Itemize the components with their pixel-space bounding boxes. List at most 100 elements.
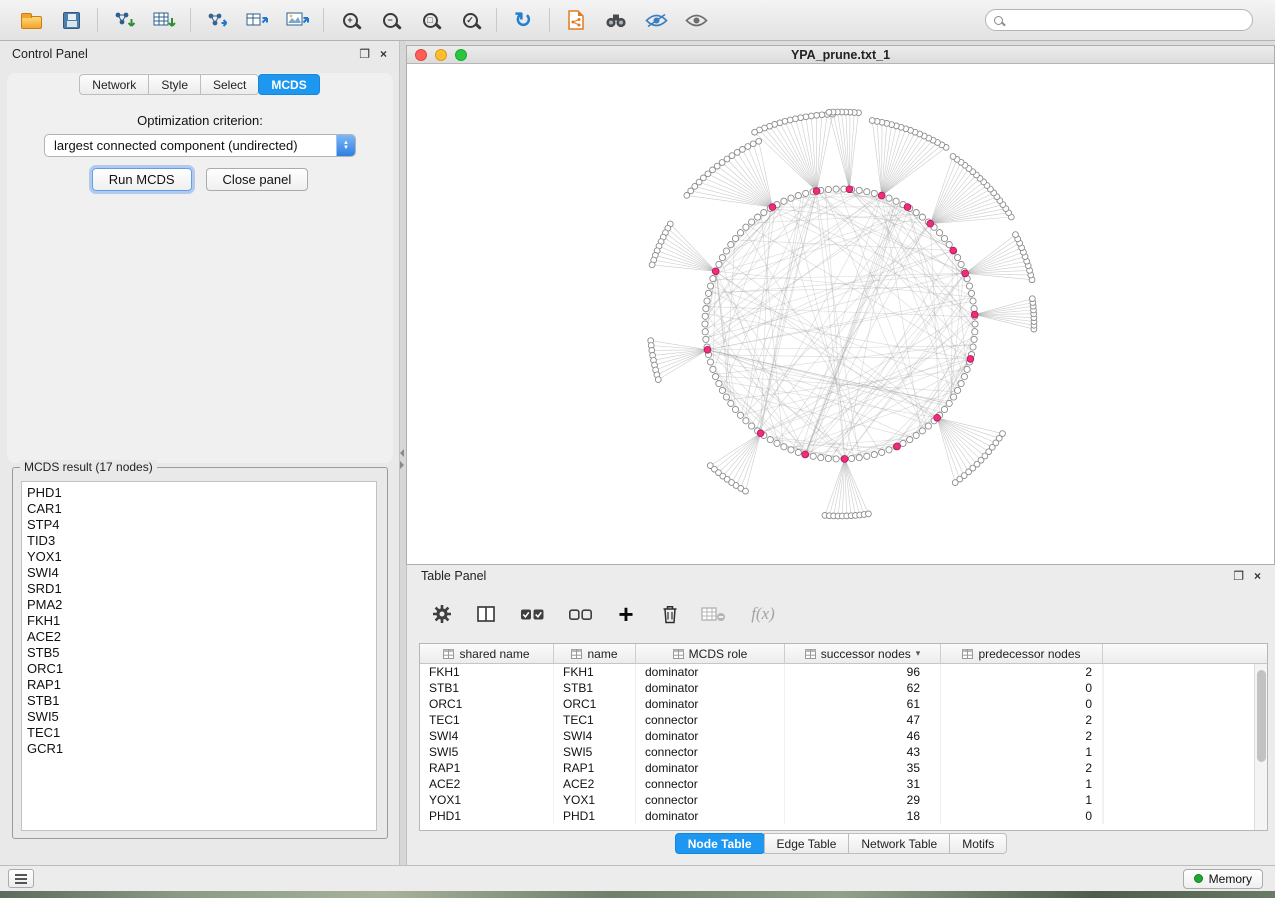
toolbar-separator — [190, 8, 191, 32]
mcds-result-item[interactable]: RAP1 — [27, 677, 376, 693]
table-row[interactable]: TEC1TEC1connector472 — [420, 712, 1267, 728]
memory-button[interactable]: Memory — [1183, 869, 1263, 889]
cell-name: FKH1 — [554, 664, 636, 680]
table-row[interactable]: PHD1PHD1dominator180 — [420, 808, 1267, 824]
mcds-result-item[interactable]: STP4 — [27, 517, 376, 533]
delete-table-button-disabled[interactable] — [701, 601, 727, 627]
create-column-button[interactable]: + — [613, 601, 639, 627]
mcds-result-item[interactable]: YOX1 — [27, 549, 376, 565]
show-columns-button[interactable] — [473, 601, 499, 627]
delete-column-button[interactable] — [657, 601, 683, 627]
minimize-window-button[interactable] — [435, 49, 447, 61]
float-panel-button[interactable]: ❐ — [359, 48, 370, 60]
save-session-button[interactable] — [52, 4, 90, 36]
tab-edge-table[interactable]: Edge Table — [764, 833, 850, 854]
cell-role: connector — [636, 712, 785, 728]
export-network-button[interactable] — [198, 4, 236, 36]
column-header-shared-name[interactable]: shared name — [420, 644, 554, 663]
close-panel-button[interactable]: × — [380, 48, 387, 60]
tab-style[interactable]: Style — [148, 74, 201, 95]
search-input[interactable] — [1009, 13, 1244, 27]
zoom-fit-button[interactable]: □ — [411, 4, 449, 36]
mcds-result-item[interactable]: SRD1 — [27, 581, 376, 597]
column-header-mcds-role[interactable]: MCDS role — [636, 644, 785, 663]
binoculars-icon — [604, 13, 628, 28]
show-hide-button[interactable] — [677, 4, 715, 36]
mcds-result-item[interactable]: STB5 — [27, 645, 376, 661]
tab-network[interactable]: Network — [79, 74, 149, 95]
zoom-out-button[interactable]: − — [371, 4, 409, 36]
table-header-row: shared name name MCDS role successor nod… — [420, 644, 1267, 664]
mcds-result-item[interactable]: TID3 — [27, 533, 376, 549]
column-header-name[interactable]: name — [554, 644, 636, 663]
close-table-panel-button[interactable]: × — [1254, 570, 1261, 582]
close-window-button[interactable] — [415, 49, 427, 61]
tab-motifs[interactable]: Motifs — [949, 833, 1007, 854]
table-row[interactable]: STB1STB1dominator620 — [420, 680, 1267, 696]
zoom-selected-button[interactable]: ✓ — [451, 4, 489, 36]
collapse-left-icon[interactable] — [400, 449, 404, 457]
mcds-result-list[interactable]: PHD1CAR1STP4TID3YOX1SWI4SRD1PMA2FKH1ACE2… — [21, 481, 377, 831]
scrollbar-thumb[interactable] — [1257, 670, 1266, 762]
table-panel-header: Table Panel ❐ × — [407, 565, 1275, 587]
unselect-all-columns-button[interactable] — [565, 601, 595, 627]
table-row[interactable]: RAP1RAP1dominator352 — [420, 760, 1267, 776]
search-network-button[interactable] — [597, 4, 635, 36]
cell-pred: 1 — [941, 776, 1103, 792]
mcds-result-item[interactable]: STB1 — [27, 693, 376, 709]
table-row[interactable]: FKH1FKH1dominator962 — [420, 664, 1267, 680]
table-settings-button[interactable] — [429, 601, 455, 627]
tab-select[interactable]: Select — [200, 74, 259, 95]
zoom-in-button[interactable]: + — [331, 4, 369, 36]
function-builder-button-disabled[interactable]: f(x) — [745, 601, 781, 627]
search-box[interactable] — [985, 9, 1253, 31]
search-icon — [994, 16, 1003, 25]
mcds-result-item[interactable]: PMA2 — [27, 597, 376, 613]
column-label: successor nodes — [821, 647, 911, 661]
run-mcds-button[interactable]: Run MCDS — [92, 168, 192, 191]
tab-network-table[interactable]: Network Table — [848, 833, 950, 854]
annotation-eye-button[interactable] — [637, 4, 675, 36]
table-row[interactable]: SWI4SWI4dominator462 — [420, 728, 1267, 744]
control-panel-content-bg — [7, 73, 393, 463]
zoom-fit-icon: □ — [423, 13, 438, 28]
table-row[interactable]: SWI5SWI5connector431 — [420, 744, 1267, 760]
cell-succ: 29 — [785, 792, 941, 808]
column-header-predecessor-nodes[interactable]: predecessor nodes — [941, 644, 1103, 663]
mcds-result-item[interactable]: GCR1 — [27, 741, 376, 757]
criterion-select[interactable]: largest connected component (undirected)… — [44, 134, 356, 157]
cell-filler — [1103, 696, 1104, 712]
network-window-titlebar[interactable]: YPA_prune.txt_1 — [407, 46, 1274, 64]
network-canvas[interactable] — [407, 64, 1274, 564]
import-table-button[interactable] — [145, 4, 183, 36]
status-menu-button[interactable] — [8, 869, 34, 888]
close-mcds-panel-button[interactable]: Close panel — [206, 168, 309, 191]
export-table-button[interactable] — [238, 4, 276, 36]
table-row[interactable]: ACE2ACE2connector311 — [420, 776, 1267, 792]
mcds-result-item[interactable]: ACE2 — [27, 629, 376, 645]
apply-layout-button[interactable]: ↻ — [504, 4, 542, 36]
collapse-right-icon[interactable] — [400, 461, 404, 469]
select-all-columns-button[interactable] — [517, 601, 547, 627]
mcds-result-item[interactable]: ORC1 — [27, 661, 376, 677]
cell-shared: YOX1 — [420, 792, 554, 808]
column-header-successor-nodes[interactable]: successor nodes ▾ — [785, 644, 941, 663]
network-document-button[interactable] — [557, 4, 595, 36]
cell-role: dominator — [636, 728, 785, 744]
table-row[interactable]: ORC1ORC1dominator610 — [420, 696, 1267, 712]
mcds-result-item[interactable]: CAR1 — [27, 501, 376, 517]
mcds-result-item[interactable]: PHD1 — [27, 485, 376, 501]
tab-mcds[interactable]: MCDS — [258, 74, 319, 95]
mcds-result-item[interactable]: FKH1 — [27, 613, 376, 629]
export-image-button[interactable] — [278, 4, 316, 36]
maximize-window-button[interactable] — [455, 49, 467, 61]
mcds-result-item[interactable]: SWI4 — [27, 565, 376, 581]
float-table-panel-button[interactable]: ❐ — [1233, 570, 1244, 582]
mcds-result-item[interactable]: SWI5 — [27, 709, 376, 725]
table-row[interactable]: YOX1YOX1connector291 — [420, 792, 1267, 808]
mcds-result-item[interactable]: TEC1 — [27, 725, 376, 741]
tab-node-table[interactable]: Node Table — [675, 833, 765, 854]
open-file-button[interactable] — [12, 4, 50, 36]
import-network-button[interactable] — [105, 4, 143, 36]
table-scrollbar[interactable] — [1254, 664, 1267, 830]
